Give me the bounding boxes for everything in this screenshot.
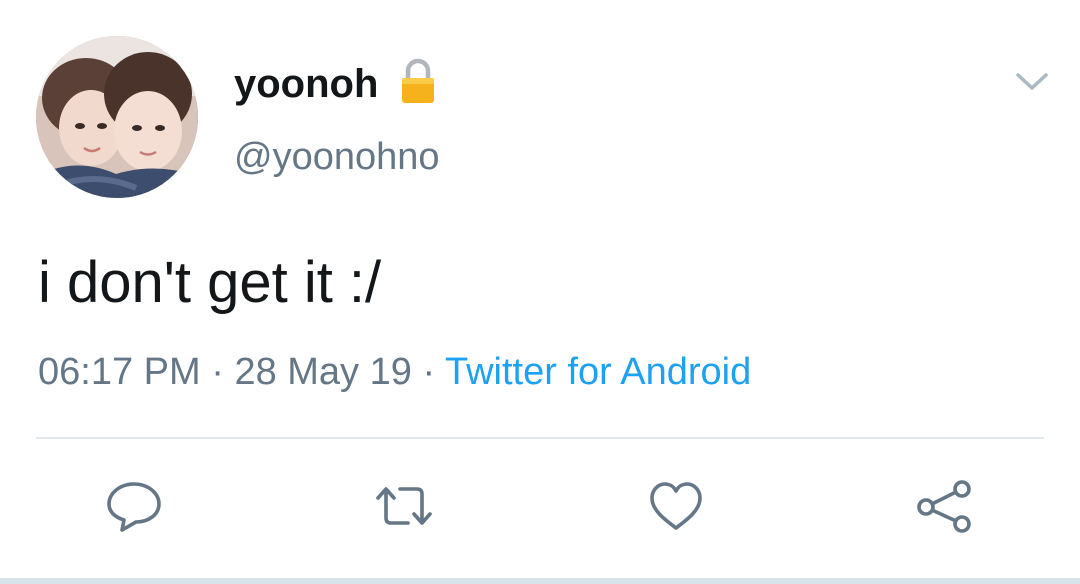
display-name[interactable]: yoonoh — [234, 60, 378, 108]
share-icon[interactable] — [912, 478, 976, 534]
separator: · — [211, 351, 224, 393]
avatar-image — [36, 36, 198, 198]
divider — [36, 437, 1044, 439]
reply-icon[interactable] — [102, 478, 166, 534]
avatar[interactable] — [36, 36, 198, 198]
tweet-metadata: 06:17 PM · 28 May 19 · Twitter for Andro… — [38, 348, 751, 396]
bottom-border — [0, 578, 1080, 584]
tweet-card: yoonoh @yoonohno i don't get it :/ 06:17… — [0, 0, 1080, 584]
chevron-down-icon[interactable] — [1012, 66, 1052, 98]
tweet-date: 28 May 19 — [234, 351, 412, 393]
tweet-text: i don't get it :/ — [38, 250, 382, 315]
heart-icon[interactable] — [644, 478, 708, 534]
user-handle[interactable]: @yoonohno — [234, 134, 440, 180]
separator: · — [422, 351, 436, 393]
lock-icon — [402, 58, 434, 103]
retweet-icon[interactable] — [372, 478, 436, 534]
tweet-time: 06:17 PM — [38, 351, 201, 393]
tweet-source-link[interactable]: Twitter for Android — [445, 351, 751, 393]
